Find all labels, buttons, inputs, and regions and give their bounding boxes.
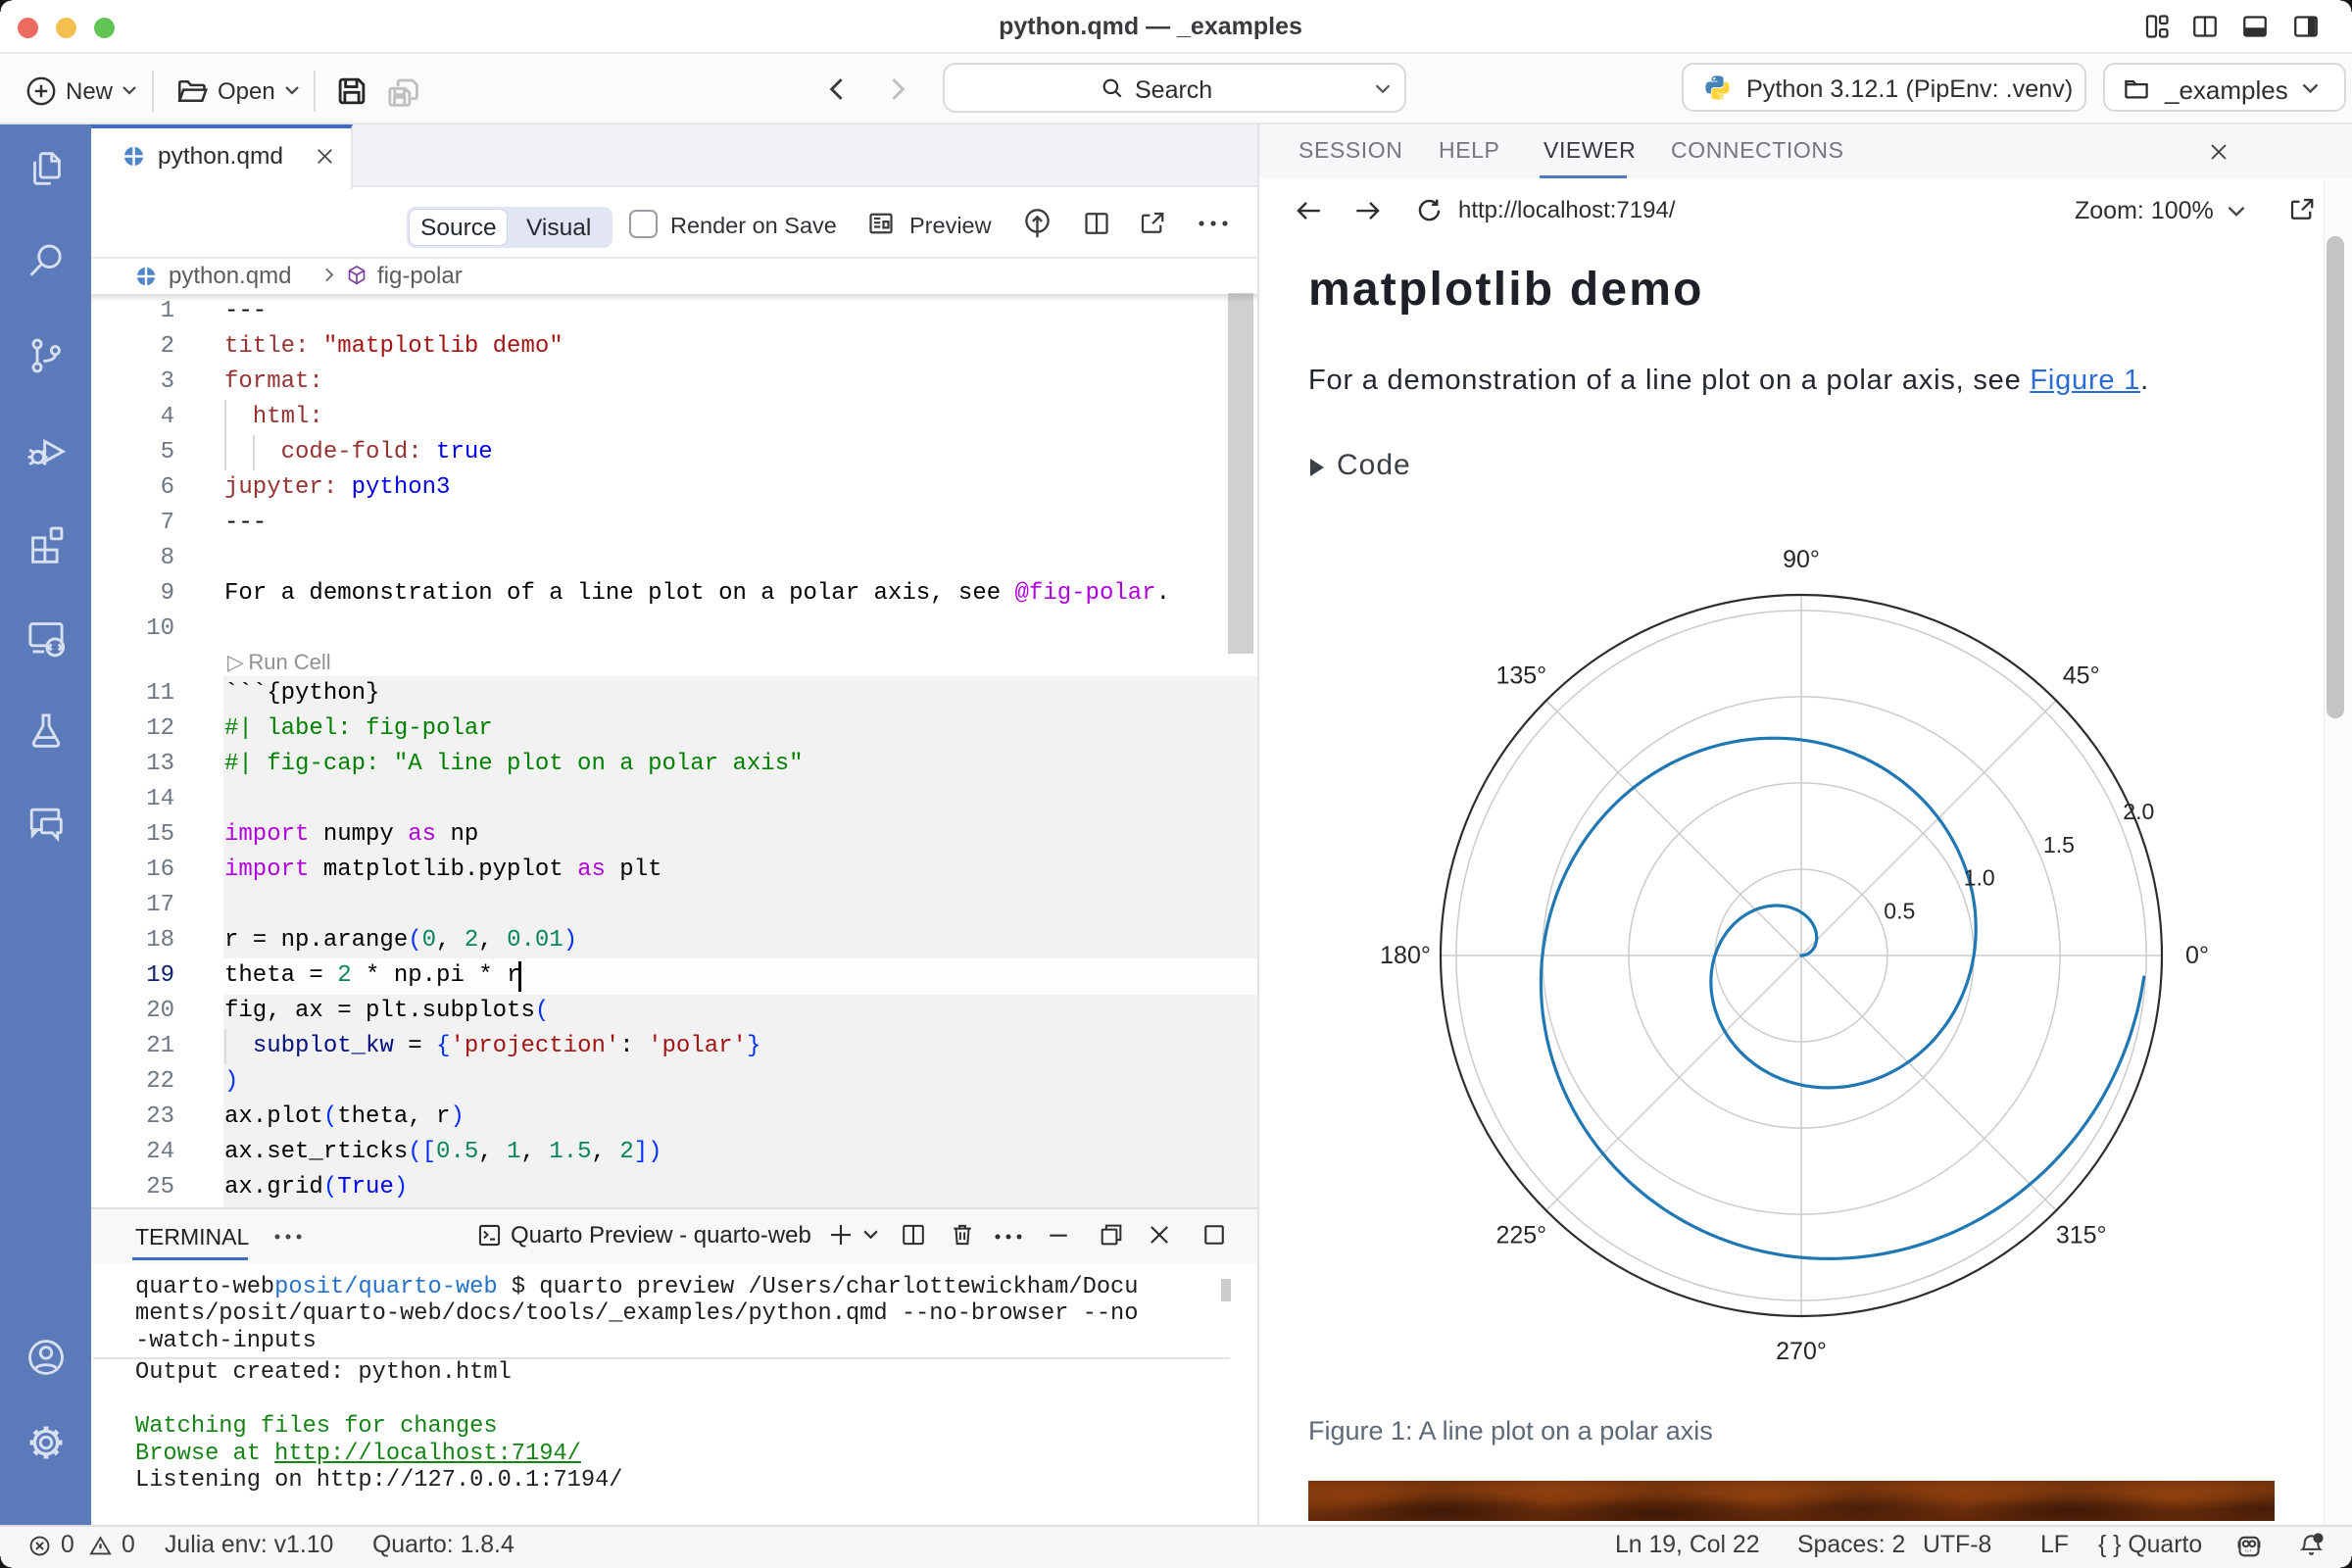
svg-text:270°: 270° <box>1776 1338 1827 1365</box>
svg-text:2.0: 2.0 <box>2123 799 2154 824</box>
svg-text:1.5: 1.5 <box>2043 832 2075 858</box>
svg-text:1.0: 1.0 <box>1964 865 1995 891</box>
svg-text:315°: 315° <box>2056 1222 2107 1250</box>
svg-text:225°: 225° <box>1495 1222 1546 1250</box>
svg-text:90°: 90° <box>1783 546 1820 573</box>
svg-text:135°: 135° <box>1495 662 1546 689</box>
svg-text:180°: 180° <box>1380 942 1431 969</box>
svg-text:0.5: 0.5 <box>1884 898 1915 923</box>
svg-text:0°: 0° <box>2185 942 2209 969</box>
svg-text:45°: 45° <box>2063 662 2100 689</box>
